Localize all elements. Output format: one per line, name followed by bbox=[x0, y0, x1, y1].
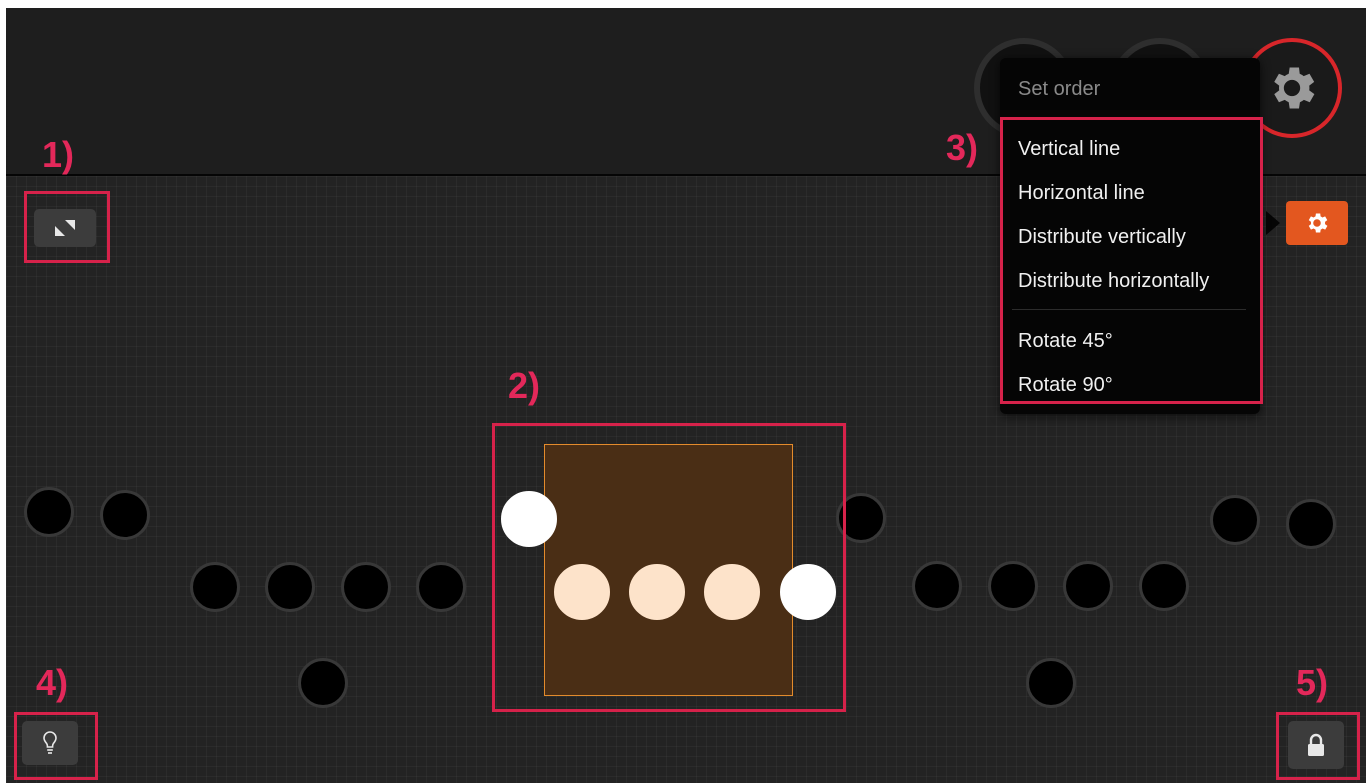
callout-label-4: 4) bbox=[36, 662, 69, 703]
callout-box-1 bbox=[24, 191, 110, 263]
settings-button[interactable] bbox=[1286, 201, 1348, 245]
pad[interactable] bbox=[265, 562, 315, 612]
callout-label-1: 1) bbox=[42, 134, 75, 175]
callout-box-4 bbox=[14, 712, 98, 780]
gear-icon bbox=[1308, 213, 1328, 233]
pad[interactable] bbox=[341, 562, 391, 612]
pad[interactable] bbox=[1139, 561, 1189, 611]
pad[interactable] bbox=[24, 487, 74, 537]
menu-title: Set order bbox=[1018, 78, 1101, 100]
callout-box-5 bbox=[1276, 712, 1360, 780]
pad[interactable] bbox=[100, 490, 150, 540]
menu-pointer bbox=[1266, 211, 1280, 235]
pad[interactable] bbox=[1210, 495, 1260, 545]
callout-label-3: 3) bbox=[946, 127, 979, 168]
pad[interactable] bbox=[190, 562, 240, 612]
callout-label-5: 5) bbox=[1296, 662, 1329, 703]
pad[interactable] bbox=[912, 561, 962, 611]
pad[interactable] bbox=[416, 562, 466, 612]
callout-box-3 bbox=[1000, 117, 1263, 404]
gear-icon bbox=[1274, 67, 1315, 109]
pad[interactable] bbox=[988, 561, 1038, 611]
callout-label-2: 2) bbox=[508, 365, 541, 406]
pad[interactable] bbox=[298, 658, 348, 708]
pad[interactable] bbox=[1286, 499, 1336, 549]
callout-box-2 bbox=[492, 423, 846, 712]
pad[interactable] bbox=[1026, 658, 1076, 708]
pad[interactable] bbox=[1063, 561, 1113, 611]
